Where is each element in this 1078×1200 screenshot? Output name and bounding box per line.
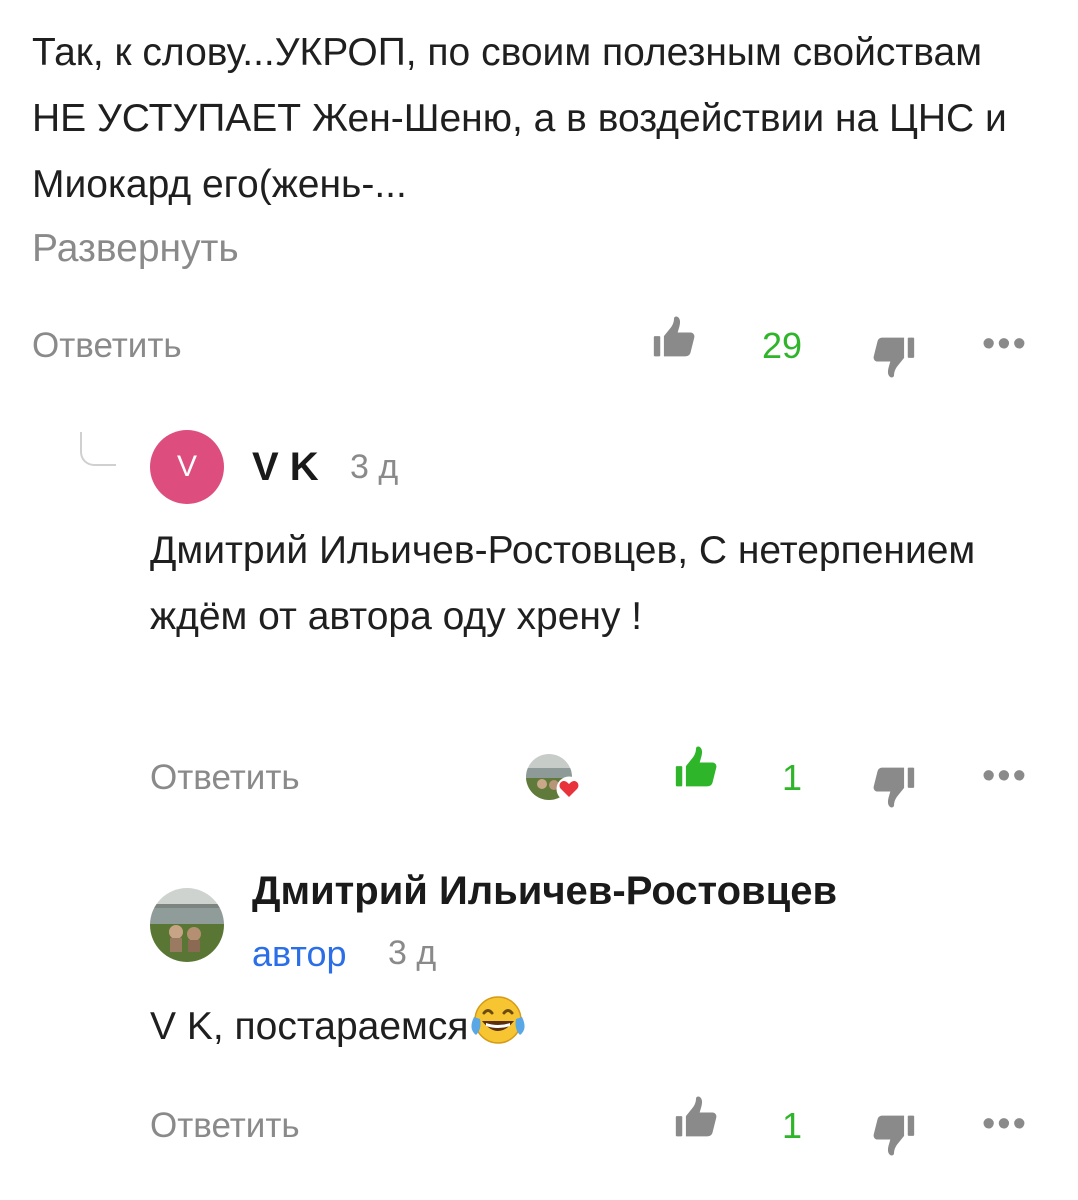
author-badge: автор	[252, 933, 347, 974]
avatar[interactable]: V	[150, 430, 224, 504]
comment-text: Дмитрий Ильичев-Ростовцев, С нетерпением…	[150, 529, 976, 638]
expand-link[interactable]: Развернуть	[32, 216, 239, 282]
comment-time: 3 д	[388, 934, 437, 972]
like-count: 1	[782, 1105, 803, 1146]
like-count: 1	[782, 757, 803, 798]
thread-connector	[80, 432, 116, 466]
comment-text-row: V K, постараемся	[150, 994, 528, 1060]
comment-author[interactable]: V K	[252, 442, 319, 492]
thumbs-up-icon[interactable]	[674, 1096, 718, 1140]
thumbs-down-icon[interactable]	[872, 334, 916, 378]
avatar-letter: V	[176, 450, 197, 483]
like-count: 29	[762, 325, 803, 366]
more-dots-icon[interactable]: •••	[982, 1102, 1028, 1146]
reply-button[interactable]: Ответить	[150, 1104, 300, 1148]
comments-page: Так, к слову...УКРОП, по своим полезным …	[0, 0, 1078, 1200]
comment-text: V K, постараемся	[150, 1005, 469, 1048]
thumbs-up-icon[interactable]	[674, 746, 718, 790]
thumbs-down-icon[interactable]	[872, 1112, 916, 1156]
thumbs-up-icon[interactable]	[652, 316, 696, 360]
comment-text: Так, к слову...УКРОП, по своим полезным …	[32, 31, 1007, 206]
avatar[interactable]	[150, 888, 224, 962]
heart-badge-icon	[556, 776, 582, 802]
reply-button[interactable]: Ответить	[32, 324, 182, 368]
thumbs-down-icon[interactable]	[872, 764, 916, 808]
reply-button[interactable]: Ответить	[150, 756, 300, 800]
tears-of-joy-emoji	[471, 996, 526, 1044]
more-dots-icon[interactable]: •••	[982, 754, 1028, 798]
comment-time: 3 д	[350, 448, 399, 486]
more-dots-icon[interactable]: •••	[982, 322, 1028, 366]
comment-author[interactable]: Дмитрий Ильичев-Ростовцев	[252, 866, 837, 916]
